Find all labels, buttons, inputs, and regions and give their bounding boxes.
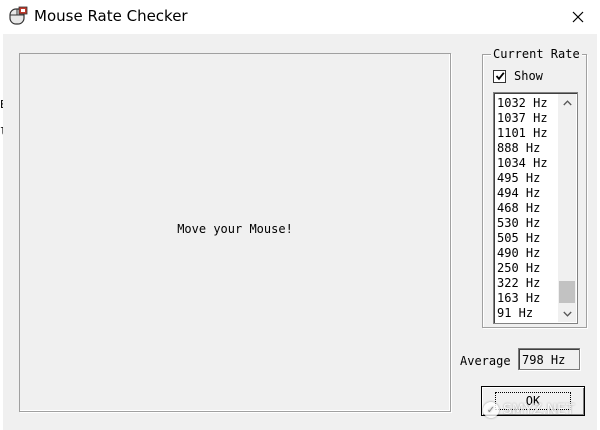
average-label: Average (460, 354, 511, 368)
rate-list-item[interactable]: 250 Hz (497, 261, 555, 276)
close-icon (572, 11, 584, 22)
rate-list-item[interactable]: 322 Hz (497, 276, 555, 291)
rate-list-item[interactable]: 163 Hz (497, 291, 555, 306)
rate-list-item[interactable]: 1034 Hz (497, 156, 555, 171)
mouse-app-icon (8, 6, 28, 26)
watermark-logo-icon: ✓ (483, 402, 499, 418)
scroll-up-button[interactable] (558, 94, 576, 111)
rate-list-item[interactable]: 91 Hz (497, 306, 555, 321)
rate-list-item[interactable]: 1037 Hz (497, 111, 555, 126)
average-value-field: 798 Hz (518, 348, 580, 370)
move-mouse-message: Move your Mouse! (177, 222, 293, 236)
watermark: ✓ SMYZ.NET (483, 398, 574, 422)
checkmark-icon (495, 72, 505, 81)
close-button[interactable] (556, 0, 600, 33)
rate-list-items: 1032 Hz 1037 Hz 1101 Hz 888 Hz 1034 Hz 495 Hz… (497, 96, 555, 321)
show-checkbox[interactable]: Show (493, 68, 543, 84)
rate-list-item[interactable]: 888 Hz (497, 141, 555, 156)
watermark-text: SMYZ.NET (503, 402, 575, 418)
rate-list-item[interactable]: 1032 Hz (497, 96, 555, 111)
chevron-down-icon (562, 311, 572, 317)
window-title: Mouse Rate Checker (34, 7, 188, 25)
rate-list-item[interactable]: 495 Hz (497, 171, 555, 186)
rate-list-item[interactable]: 468 Hz (497, 201, 555, 216)
rate-list-item[interactable]: 530 Hz (497, 216, 555, 231)
scroll-thumb[interactable] (559, 281, 575, 303)
rate-list-item[interactable]: 494 Hz (497, 186, 555, 201)
scroll-down-button[interactable] (558, 305, 576, 322)
checkbox-box[interactable] (493, 69, 506, 83)
app-window: Mouse Rate Checker E le Move your Mouse!… (0, 0, 600, 430)
rate-list-item[interactable]: 1101 Hz (497, 126, 555, 141)
rate-list-item[interactable]: 490 Hz (497, 246, 555, 261)
chevron-up-icon (562, 99, 572, 105)
rate-list-scrollbar[interactable] (558, 94, 576, 322)
rate-list[interactable]: 1032 Hz 1037 Hz 1101 Hz 888 Hz 1034 Hz 495 Hz… (493, 92, 578, 324)
mouse-movement-area[interactable]: Move your Mouse! (19, 53, 451, 412)
rate-list-item[interactable]: 505 Hz (497, 231, 555, 246)
dialog-client-area: Move your Mouse! Current Rate Show 1032 … (3, 34, 597, 430)
show-checkbox-label: Show (514, 69, 543, 83)
title-bar[interactable]: Mouse Rate Checker (0, 0, 600, 34)
current-rate-group: Current Rate Show 1032 Hz 1037 Hz 1101 Hz 8… (482, 47, 587, 328)
current-rate-group-label: Current Rate (491, 47, 582, 61)
